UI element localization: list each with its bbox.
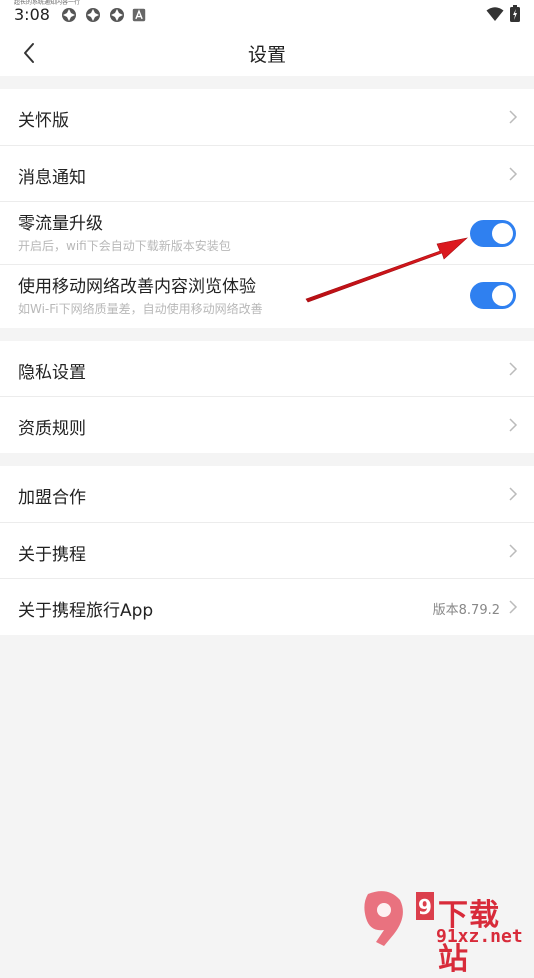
page-title: 设置 bbox=[247, 44, 286, 66]
settings-group-general: 关怀版 消息通知 零流量升级 开启后，wifi下会自动下载新版本安装包 使用移动… bbox=[0, 89, 534, 328]
toggle-knob bbox=[492, 285, 513, 306]
settings-item-label: 使用移动网络改善内容浏览体验 bbox=[18, 277, 256, 297]
chevron-right-icon bbox=[509, 487, 518, 501]
settings-item-zero-data-upgrade: 零流量升级 开启后，wifi下会自动下载新版本安装包 bbox=[0, 202, 534, 265]
settings-item-about-ctrip[interactable]: 关于携程 bbox=[0, 523, 534, 579]
settings-item-label: 关于携程 bbox=[18, 545, 86, 565]
settings-item-about-app[interactable]: 关于携程旅行App 版本8.79.2 bbox=[0, 579, 534, 635]
settings-group-about: 加盟合作 关于携程 关于携程旅行App 版本8.79.2 bbox=[0, 466, 534, 635]
settings-group-privacy: 隐私设置 资质规则 bbox=[0, 341, 534, 453]
settings-item-mobile-network-boost: 使用移动网络改善内容浏览体验 如Wi-Fi下网络质量差，自动使用移动网络改善 bbox=[0, 265, 534, 328]
chevron-right-icon bbox=[509, 362, 518, 376]
watermark: 9 下载站 91xz.net bbox=[358, 886, 528, 977]
app-version-value: 版本8.79.2 bbox=[432, 603, 500, 618]
app-notification-icon bbox=[86, 8, 100, 22]
wifi-icon bbox=[486, 6, 504, 21]
zero-data-upgrade-toggle[interactable] bbox=[470, 220, 516, 247]
settings-item-label: 零流量升级 bbox=[18, 214, 103, 234]
chevron-right-icon bbox=[509, 544, 518, 558]
settings-item-label: 关怀版 bbox=[18, 111, 69, 131]
settings-item-label: 隐私设置 bbox=[18, 363, 86, 383]
status-time: 3:08 bbox=[14, 5, 50, 24]
app-notification-icon bbox=[110, 8, 124, 22]
settings-item-notifications[interactable]: 消息通知 bbox=[0, 146, 534, 202]
status-bar: 超长的系统通知内容一行 3:08 bbox=[0, 0, 534, 30]
settings-item-label: 资质规则 bbox=[18, 419, 86, 439]
nav-bar: 设置 bbox=[0, 30, 534, 76]
a-badge-icon bbox=[132, 8, 146, 22]
settings-item-privacy[interactable]: 隐私设置 bbox=[0, 341, 534, 397]
status-notification-icons bbox=[60, 6, 146, 24]
toggle-knob bbox=[492, 223, 513, 244]
chevron-right-icon bbox=[509, 110, 518, 124]
settings-item-care-mode[interactable]: 关怀版 bbox=[0, 89, 534, 146]
status-system-icons bbox=[486, 5, 520, 22]
settings-item-label: 消息通知 bbox=[18, 168, 86, 188]
watermark-url: 91xz.net bbox=[436, 926, 523, 947]
battery-icon bbox=[510, 5, 520, 22]
watermark-logo-digit: 9 bbox=[418, 895, 432, 919]
mobile-network-boost-toggle[interactable] bbox=[470, 282, 516, 309]
settings-item-label: 关于携程旅行App bbox=[18, 601, 154, 621]
chevron-right-icon bbox=[509, 418, 518, 432]
settings-item-label: 加盟合作 bbox=[18, 488, 86, 508]
chevron-right-icon bbox=[509, 167, 518, 181]
settings-item-description: 开启后，wifi下会自动下载新版本安装包 bbox=[18, 239, 231, 253]
settings-item-partnership[interactable]: 加盟合作 bbox=[0, 466, 534, 523]
chevron-right-icon bbox=[509, 600, 518, 614]
app-notification-icon bbox=[62, 8, 76, 22]
settings-item-description: 如Wi-Fi下网络质量差，自动使用移动网络改善 bbox=[18, 302, 263, 316]
settings-item-qualification-rules[interactable]: 资质规则 bbox=[0, 397, 534, 453]
